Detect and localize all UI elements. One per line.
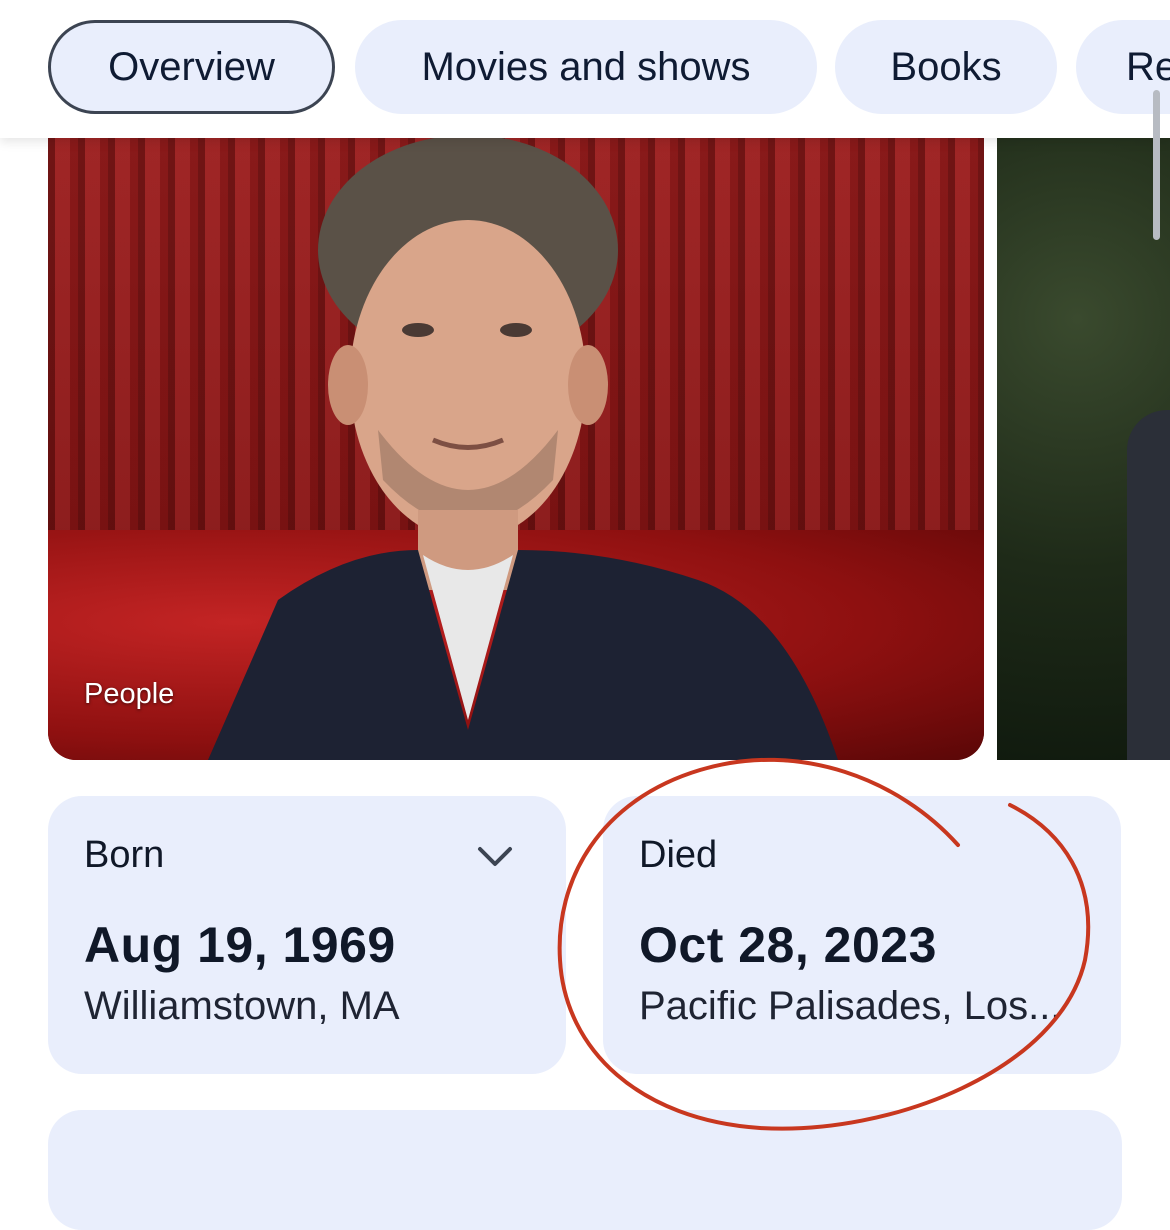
tab-bar: Overview Movies and shows Books Re bbox=[0, 0, 1170, 138]
secondary-photo[interactable] bbox=[997, 130, 1170, 760]
died-place: Pacific Palisades, Los... bbox=[639, 984, 1062, 1028]
born-label: Born bbox=[84, 834, 165, 876]
chevron-down-icon[interactable] bbox=[476, 842, 514, 872]
tab-movies-and-shows[interactable]: Movies and shows bbox=[355, 20, 817, 114]
died-card[interactable]: Died Oct 28, 2023 Pacific Palisades, Los… bbox=[603, 796, 1121, 1074]
image-source-label: People bbox=[84, 678, 175, 710]
born-card[interactable]: Born Aug 19, 1969 Williamstown, MA bbox=[48, 796, 566, 1074]
born-place: Williamstown, MA bbox=[84, 984, 400, 1028]
main-photo[interactable]: People bbox=[48, 130, 984, 760]
born-date: Aug 19, 1969 bbox=[84, 917, 396, 973]
next-card[interactable] bbox=[48, 1110, 1122, 1230]
person-photo bbox=[208, 135, 838, 760]
tab-books[interactable]: Books bbox=[835, 20, 1057, 114]
died-label: Died bbox=[639, 834, 718, 876]
side-figure bbox=[1127, 410, 1170, 760]
tab-overview[interactable]: Overview bbox=[48, 20, 335, 114]
scrollbar-thumb[interactable] bbox=[1153, 90, 1160, 240]
died-date: Oct 28, 2023 bbox=[639, 917, 937, 973]
